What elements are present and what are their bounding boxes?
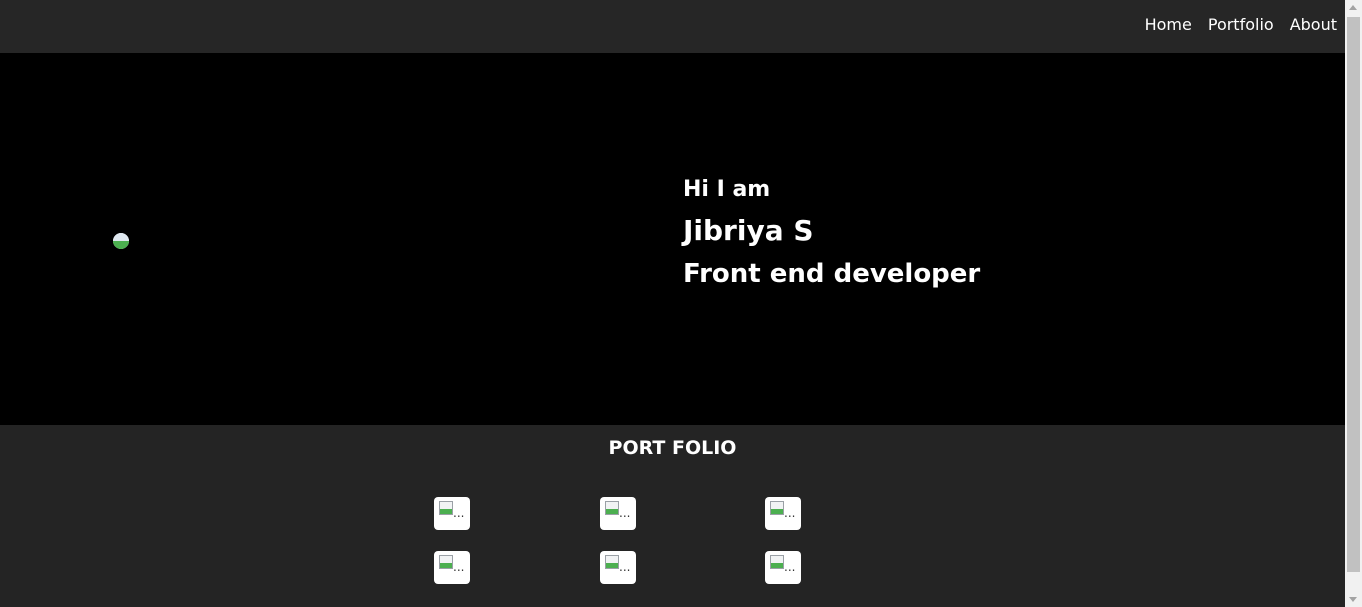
thumb-alt-text: ... xyxy=(453,560,465,574)
broken-image-icon xyxy=(770,501,784,515)
profile-image xyxy=(113,233,129,249)
broken-image-icon xyxy=(439,555,453,569)
broken-image-icon xyxy=(605,555,619,569)
portfolio-thumb-2[interactable]: ... xyxy=(600,497,636,530)
portfolio-thumb-6[interactable]: ... xyxy=(765,551,801,584)
vertical-scrollbar[interactable] xyxy=(1345,0,1362,607)
nav-link-home[interactable]: Home xyxy=(1145,15,1192,35)
scroll-down-arrow-icon[interactable] xyxy=(1349,597,1357,602)
portfolio-title: PORT FOLIO xyxy=(608,437,737,459)
thumb-alt-text: ... xyxy=(619,506,631,520)
hero-text: Hi I am Jibriya S Front end developer xyxy=(683,175,980,291)
thumb-alt-text: ... xyxy=(619,560,631,574)
scroll-up-arrow-icon[interactable] xyxy=(1349,5,1357,10)
hero-role: Front end developer xyxy=(683,259,981,289)
portfolio-section: PORT FOLIO ... ... ... ... ... ... xyxy=(0,425,1345,607)
thumb-alt-text: ... xyxy=(784,506,796,520)
broken-image-icon xyxy=(439,501,453,515)
portfolio-thumb-4[interactable]: ... xyxy=(434,551,470,584)
thumb-alt-text: ... xyxy=(453,506,465,520)
broken-image-icon xyxy=(113,233,129,249)
thumb-alt-text: ... xyxy=(784,560,796,574)
portfolio-thumb-5[interactable]: ... xyxy=(600,551,636,584)
hero-section: Hi I am Jibriya S Front end developer xyxy=(0,53,1345,425)
navbar: Home Portfolio About xyxy=(0,0,1345,53)
broken-image-icon xyxy=(605,501,619,515)
nav-link-about[interactable]: About xyxy=(1290,15,1337,35)
hero-greeting: Hi I am xyxy=(683,177,771,202)
hero-name: Jibriya S xyxy=(683,214,814,247)
scrollbar-thumb[interactable] xyxy=(1347,17,1360,572)
nav-links: Home Portfolio About xyxy=(1145,15,1337,35)
nav-link-portfolio[interactable]: Portfolio xyxy=(1208,15,1274,35)
broken-image-icon xyxy=(770,555,784,569)
portfolio-thumb-1[interactable]: ... xyxy=(434,497,470,530)
page: Home Portfolio About Hi I am Jibriya S F… xyxy=(0,0,1345,607)
portfolio-thumb-3[interactable]: ... xyxy=(765,497,801,530)
